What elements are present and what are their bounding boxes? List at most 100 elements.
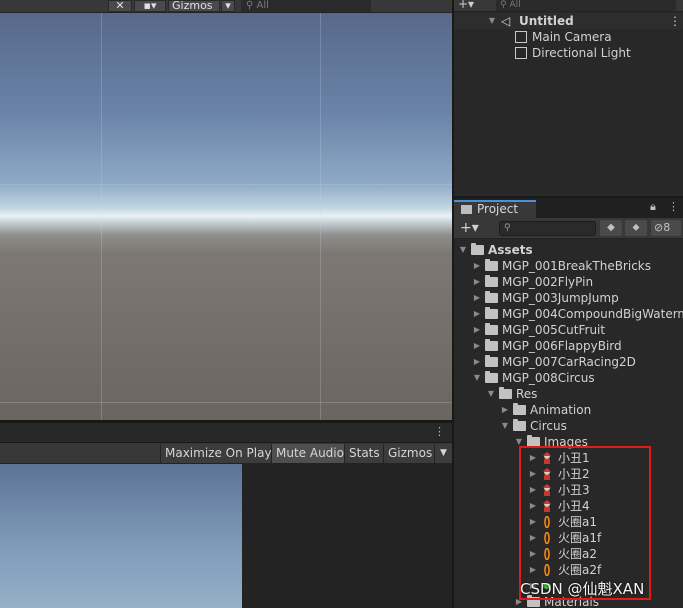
- folder-icon: [499, 387, 512, 399]
- tab-project[interactable]: Project: [454, 200, 536, 218]
- folder-row[interactable]: ▶ MGP_003JumpJump: [454, 290, 683, 306]
- scene-row[interactable]: ▼ ◁ Untitled ⋮: [454, 13, 683, 29]
- scene-name-label: Untitled: [519, 14, 574, 28]
- camera-dropdown-button[interactable]: ▪▾: [134, 0, 166, 12]
- tab-project-label: Project: [477, 202, 519, 216]
- folder-row[interactable]: ▼ Circus: [454, 418, 683, 434]
- folder-icon: [461, 205, 472, 214]
- unity-scene-icon: ◁: [501, 14, 511, 28]
- folder-row[interactable]: ▶ Animation: [454, 402, 683, 418]
- create-dropdown-button[interactable]: +▾: [458, 0, 484, 11]
- tree-item-label: Assets: [488, 243, 533, 257]
- hierarchy-search-input[interactable]: ⚲ All: [496, 0, 676, 11]
- folder-icon: [485, 355, 498, 367]
- watermark: CSDN @仙魁XAN: [520, 580, 645, 598]
- hidden-count: 8: [663, 221, 671, 234]
- more-options-icon[interactable]: ⋮: [668, 200, 679, 214]
- expand-arrow-icon[interactable]: ▶: [472, 338, 482, 354]
- mute-audio-button[interactable]: Mute Audio: [271, 444, 348, 463]
- folder-row[interactable]: ▶ MGP_006FlappyBird: [454, 338, 683, 354]
- grid-line: [0, 184, 452, 185]
- tree-item-label: MGP_007CarRacing2D: [502, 355, 636, 369]
- mute-audio-label: Mute Audio: [276, 446, 344, 460]
- game-tabbar: ⋮: [0, 423, 452, 443]
- collapse-arrow-icon[interactable]: ▼: [486, 386, 496, 402]
- hierarchy-toolbar: +▾ ⚲ All: [454, 0, 683, 12]
- gameobject-icon: [515, 47, 527, 59]
- folder-row[interactable]: ▼ Res: [454, 386, 683, 402]
- folder-icon: [485, 275, 498, 287]
- hierarchy-search-placeholder: All: [509, 0, 521, 10]
- scene-gizmos-dropdown[interactable]: ▾: [221, 0, 235, 12]
- filter-by-label-icon[interactable]: ⬥: [625, 220, 647, 236]
- tree-item-label: MGP_004CompoundBigWatermelon: [502, 307, 683, 321]
- more-options-icon[interactable]: ⋮: [434, 425, 445, 439]
- expand-arrow-icon[interactable]: ▶: [472, 290, 482, 306]
- scene-toolbar: ✕ ▪▾ Gizmos ▾ ⚲ All: [0, 0, 452, 13]
- search-icon: ⚲: [504, 223, 511, 233]
- tree-item-label: Circus: [530, 419, 567, 433]
- folder-icon: [485, 339, 498, 351]
- expand-arrow-icon[interactable]: ▶: [472, 274, 482, 290]
- scene-menu-icon[interactable]: ⋮: [669, 13, 681, 29]
- gizmos-dropdown-icon[interactable]: ▼: [434, 444, 452, 463]
- eye-slash-icon: ⊘: [654, 221, 664, 234]
- tree-item-label: MGP_005CutFruit: [502, 323, 606, 337]
- gameobject-icon: [515, 31, 527, 43]
- game-view[interactable]: ⋮ Maximize On Play Mute Audio Stats Gizm…: [0, 422, 452, 608]
- expand-arrow-icon[interactable]: ▶: [472, 306, 482, 322]
- folder-icon: [513, 403, 526, 415]
- folder-row[interactable]: ▶ MGP_007CarRacing2D: [454, 354, 683, 370]
- filter-by-type-icon[interactable]: ◆: [600, 220, 622, 236]
- scene-gizmos-button[interactable]: Gizmos: [168, 0, 220, 12]
- scene-gizmos-label: Gizmos: [172, 0, 213, 12]
- hierarchy-item-label: Directional Light: [532, 46, 631, 60]
- game-gizmos-button[interactable]: Gizmos: [383, 444, 437, 463]
- expand-arrow-icon[interactable]: ▶: [472, 322, 482, 338]
- collapse-arrow-icon[interactable]: ▼: [458, 242, 468, 258]
- hierarchy-item[interactable]: Main Camera: [454, 29, 683, 45]
- scene-canvas[interactable]: [0, 13, 452, 420]
- hidden-packages-toggle[interactable]: ⊘8: [651, 220, 681, 236]
- maximize-on-play-button[interactable]: Maximize On Play: [160, 444, 276, 463]
- game-letterbox: [242, 464, 452, 608]
- collapse-arrow-icon[interactable]: ▼: [500, 418, 510, 434]
- folder-icon: [485, 259, 498, 271]
- collapse-arrow-icon[interactable]: ▼: [487, 13, 497, 29]
- tree-item-label: MGP_002FlyPin: [502, 275, 594, 289]
- folder-icon: [485, 307, 498, 319]
- grid-line: [0, 402, 452, 403]
- scene-view[interactable]: ✕ ▪▾ Gizmos ▾ ⚲ All: [0, 0, 452, 420]
- hierarchy-item[interactable]: Directional Light: [454, 45, 683, 61]
- create-dropdown-button[interactable]: +▾: [460, 219, 486, 237]
- folder-row[interactable]: ▼ Assets: [454, 242, 683, 258]
- tree-item-label: MGP_008Circus: [502, 371, 595, 385]
- tree-item-label: Res: [516, 387, 538, 401]
- folder-icon: [485, 323, 498, 335]
- game-canvas[interactable]: [0, 464, 242, 608]
- lock-icon[interactable]: 🔒︎: [650, 200, 662, 214]
- folder-icon: [513, 419, 526, 431]
- stats-button[interactable]: Stats: [344, 444, 384, 463]
- folder-row[interactable]: ▶ MGP_002FlyPin: [454, 274, 683, 290]
- project-tabbar: Project 🔒︎ ⋮: [454, 198, 683, 218]
- tree-item-label: MGP_001BreakTheBricks: [502, 259, 651, 273]
- stats-label: Stats: [349, 446, 380, 460]
- folder-row[interactable]: ▶ MGP_005CutFruit: [454, 322, 683, 338]
- folder-row[interactable]: ▶ MGP_004CompoundBigWatermelon: [454, 306, 683, 322]
- expand-arrow-icon[interactable]: ▶: [472, 258, 482, 274]
- folder-icon: [471, 243, 484, 255]
- collapse-arrow-icon[interactable]: ▼: [472, 370, 482, 386]
- highlight-box: [519, 446, 651, 600]
- expand-arrow-icon[interactable]: ▶: [472, 354, 482, 370]
- tree-item-label: MGP_006FlappyBird: [502, 339, 622, 353]
- scene-search-placeholder: All: [256, 0, 269, 11]
- tree-item-label: Animation: [530, 403, 592, 417]
- maximize-on-play-label: Maximize On Play: [165, 446, 272, 460]
- tools-icon[interactable]: ✕: [108, 0, 132, 12]
- project-search-input[interactable]: ⚲: [499, 221, 596, 236]
- folder-row[interactable]: ▼ MGP_008Circus: [454, 370, 683, 386]
- folder-row[interactable]: ▶ MGP_001BreakTheBricks: [454, 258, 683, 274]
- scene-search-input[interactable]: ⚲ All: [241, 0, 371, 12]
- expand-arrow-icon[interactable]: ▶: [500, 402, 510, 418]
